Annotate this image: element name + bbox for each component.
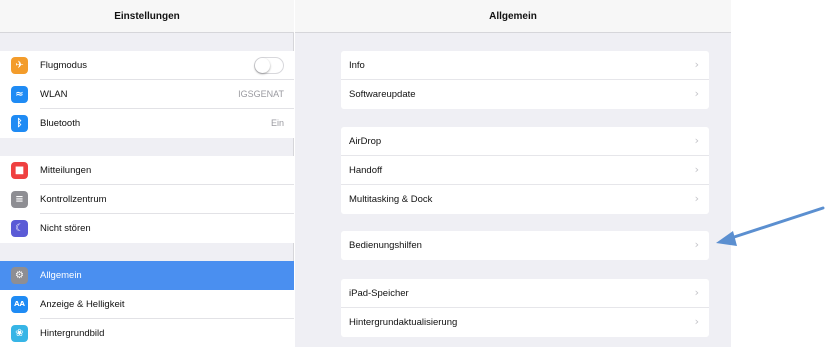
sidebar-item-label: Allgemein [40, 270, 82, 281]
sidebar-header: Einstellungen [0, 0, 294, 33]
sidebar-item-label: Flugmodus [40, 60, 87, 71]
sidebar-item-label: Anzeige & Helligkeit [40, 299, 125, 310]
chevron-right-icon: › [694, 163, 699, 176]
settings-group-2: AirDrop › Handoff › Multitasking & Dock … [341, 127, 709, 214]
moon-icon: ☾ [11, 220, 28, 237]
wlan-network-value: IGSGENAT [238, 89, 284, 99]
detail-pane: Allgemein Info › Softwareupdate › AirDro… [295, 0, 731, 347]
sidebar-item-mitteilungen[interactable]: ■ Mitteilungen [0, 156, 294, 185]
detail-title: Allgemein [489, 11, 537, 22]
chevron-right-icon: › [694, 286, 699, 299]
row-handoff[interactable]: Handoff › [341, 156, 709, 185]
row-label: AirDrop [349, 136, 382, 147]
sidebar-item-label: Mitteilungen [40, 165, 92, 176]
row-softwareupdate[interactable]: Softwareupdate › [341, 80, 709, 109]
row-multitasking-dock[interactable]: Multitasking & Dock › [341, 185, 709, 214]
display-icon: AA [11, 296, 28, 313]
chevron-right-icon: › [694, 192, 699, 205]
sidebar-item-nicht-stoeren[interactable]: ☾ Nicht stören [0, 214, 294, 243]
chevron-right-icon: › [694, 87, 699, 100]
flugmodus-toggle[interactable] [254, 57, 284, 74]
wifi-icon: ≈ [11, 86, 28, 103]
row-bedienungshilfen[interactable]: Bedienungshilfen › [341, 231, 709, 260]
row-ipad-speicher[interactable]: iPad-Speicher › [341, 279, 709, 308]
settings-sidebar: Einstellungen ✈ Flugmodus ≈ WLAN IGSGENA… [0, 0, 294, 347]
row-label: Bedienungshilfen [349, 240, 422, 251]
wallpaper-icon: ❀ [11, 325, 28, 342]
row-label: Info [349, 60, 365, 71]
notifications-icon: ■ [11, 162, 28, 179]
control-center-icon: ≡ [11, 191, 28, 208]
row-label: Multitasking & Dock [349, 194, 433, 205]
sidebar-item-flugmodus[interactable]: ✈ Flugmodus [0, 51, 294, 80]
page-margin [731, 0, 827, 347]
sidebar-item-bluetooth[interactable]: ᛒ Bluetooth Ein [0, 109, 294, 138]
sidebar-item-wlan[interactable]: ≈ WLAN IGSGENAT [0, 80, 294, 109]
sidebar-item-kontrollzentrum[interactable]: ≡ Kontrollzentrum [0, 185, 294, 214]
gear-icon: ⚙ [11, 267, 28, 284]
settings-group-3: Bedienungshilfen › [341, 231, 709, 260]
row-airdrop[interactable]: AirDrop › [341, 127, 709, 156]
chevron-right-icon: › [694, 134, 699, 147]
row-label: Handoff [349, 165, 383, 176]
sidebar-item-label: Nicht stören [40, 223, 91, 234]
row-label: iPad-Speicher [349, 288, 409, 299]
chevron-right-icon: › [694, 315, 699, 328]
chevron-right-icon: › [694, 58, 699, 71]
detail-header: Allgemein [295, 0, 731, 33]
chevron-right-icon: › [694, 238, 699, 251]
sidebar-item-anzeige-helligkeit[interactable]: AA Anzeige & Helligkeit [0, 290, 294, 319]
toggle-knob [255, 58, 270, 73]
bluetooth-status-value: Ein [270, 118, 284, 128]
bluetooth-icon: ᛒ [11, 115, 28, 132]
airplane-icon: ✈ [11, 57, 28, 74]
row-info[interactable]: Info › [341, 51, 709, 80]
sidebar-item-label: WLAN [40, 89, 68, 100]
sidebar-item-hintergrundbild[interactable]: ❀ Hintergrundbild [0, 319, 294, 347]
settings-group-4: iPad-Speicher › Hintergrundaktualisierun… [341, 279, 709, 337]
sidebar-item-allgemein[interactable]: ⚙ Allgemein [0, 261, 294, 290]
settings-group-1: Info › Softwareupdate › [341, 51, 709, 109]
row-label: Hintergrundaktualisierung [349, 317, 458, 328]
row-label: Softwareupdate [349, 89, 416, 100]
sidebar-item-label: Kontrollzentrum [40, 194, 107, 205]
row-hintergrundaktualisierung[interactable]: Hintergrundaktualisierung › [341, 308, 709, 337]
sidebar-title: Einstellungen [114, 11, 180, 22]
sidebar-item-label: Bluetooth [40, 118, 81, 129]
sidebar-item-label: Hintergrundbild [40, 328, 105, 339]
